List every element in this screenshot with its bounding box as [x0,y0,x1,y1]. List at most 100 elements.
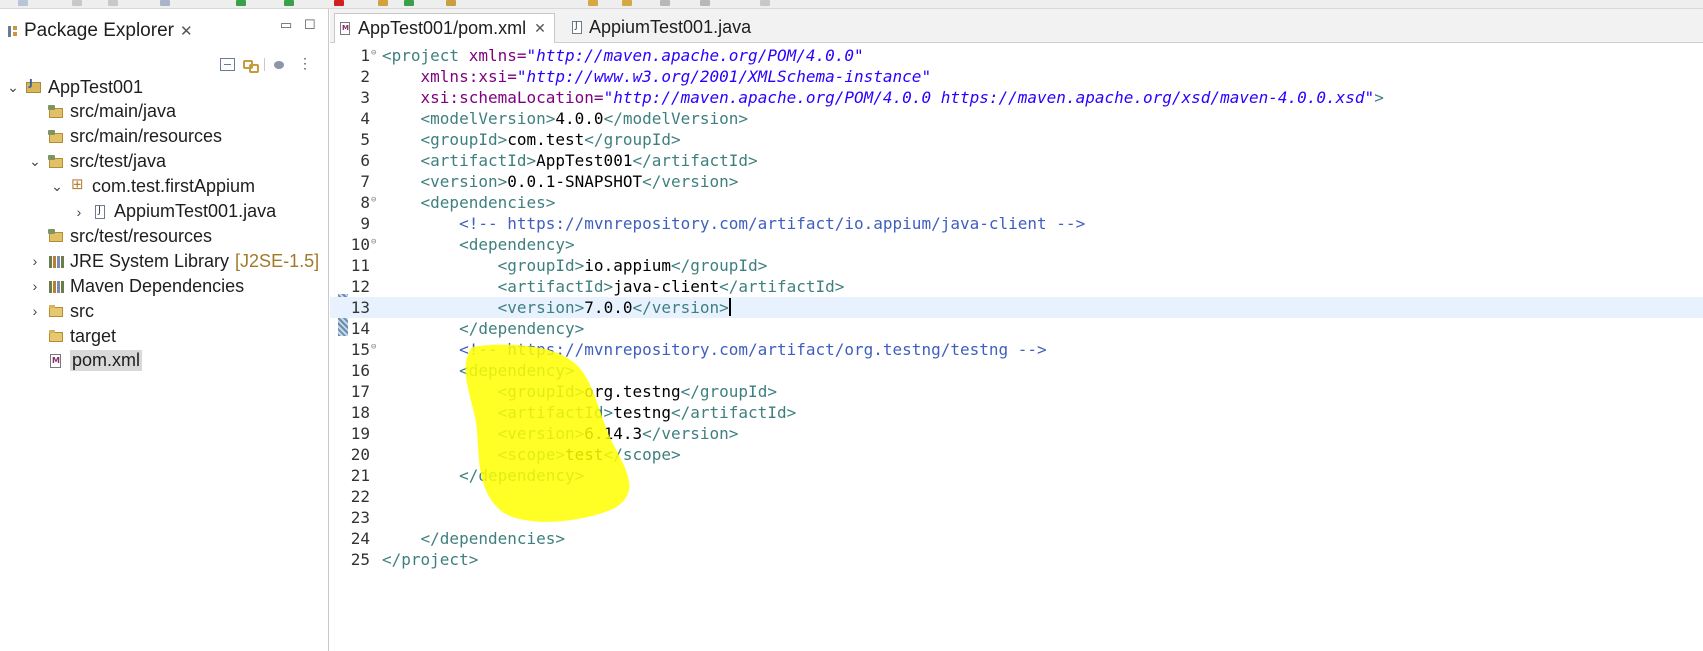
xml-attribute-name: xsi:schemaLocation= [420,88,604,107]
line-number: 18 [350,403,370,422]
code-line[interactable]: 14 </dependency> [330,318,1703,339]
collapse-all-icon[interactable] [220,57,235,71]
toolbar-icon[interactable] [588,0,598,6]
tree-item[interactable]: ⌄ src/test/java [28,149,166,175]
code-area[interactable]: 1 ⊖ <project xmlns="http://maven.apache.or… [330,42,1703,651]
debug-icon[interactable] [284,0,294,6]
line-number: 17 [350,382,370,401]
toolbar-icon[interactable] [108,0,118,6]
tab-label: AppiumTest001.java [589,17,752,37]
code-line[interactable]: 1 ⊖ <project xmlns="http://maven.apache.or… [330,45,1703,66]
code-line[interactable]: 18 <artifactId>testng</artifactId> [330,402,1703,423]
filter-icon[interactable] [272,58,287,71]
code-line[interactable]: 5 <groupId>com.test</groupId> [330,129,1703,150]
toolbar-icon[interactable] [18,0,28,6]
minimize-view-icon[interactable]: ▭ [280,17,292,33]
code-line[interactable]: 17 <groupId>org.testng</groupId> [330,381,1703,402]
code-text: <project xmlns="http://maven.apache.org/… [382,45,864,66]
toolbar-icon[interactable] [660,0,670,6]
xml-text [382,319,459,338]
tree-item[interactable]: src/test/resources [28,223,212,249]
code-line[interactable]: 9 <!-- https://mvnrepository.com/artifac… [330,213,1703,234]
toolbar-icon[interactable] [700,0,710,6]
toolbar-icon[interactable] [378,0,388,6]
toolbar-icon[interactable] [446,0,456,6]
java-file-icon [570,20,584,36]
maximize-view-icon[interactable]: ☐ [304,17,316,33]
tree-item[interactable]: target [28,323,116,349]
xml-comment: <!-- https://mvnrepository.com/artifact/… [459,214,1086,233]
tree-item[interactable]: › Maven Dependencies [28,273,244,299]
code-line[interactable]: 7 <version>0.0.1-SNAPSHOT</version> [330,171,1703,192]
code-line[interactable]: 24 </dependencies> [330,528,1703,549]
close-tab-icon[interactable]: ✕ [534,20,546,37]
tab-pom-xml[interactable]: AppTest001/pom.xml ✕ [334,13,555,43]
line-number: 3 [360,88,370,107]
xml-tag: <version> [497,424,585,443]
code-line[interactable]: 12 <artifactId>java-client</artifactId> [330,276,1703,297]
close-view-icon[interactable]: ✕ [180,22,193,40]
tree-item[interactable]: src/main/resources [28,124,222,150]
chevron-down-icon[interactable]: ⌄ [28,153,42,170]
code-line[interactable]: 6 <artifactId>AppTest001</artifactId> [330,150,1703,171]
package-explorer-tab[interactable]: Package Explorer ✕ [2,17,193,45]
run-icon[interactable] [236,0,246,6]
code-line[interactable]: 15 ⊖ <!-- https://mvnrepository.com/artif… [330,339,1703,360]
code-line[interactable]: 23 [330,507,1703,528]
xml-tag: <version> [420,172,508,191]
line-number: 21 [350,466,370,485]
view-menu-icon[interactable] [294,55,312,72]
toolbar-icon[interactable] [760,0,770,6]
code-line[interactable]: 8 ⊖ <dependencies> [330,192,1703,213]
fold-toggle-icon[interactable]: ⊖ [371,342,376,352]
chevron-right-icon[interactable]: › [28,278,42,294]
toolbar-icon[interactable] [404,0,414,6]
tree-item[interactable]: › AppiumTest001.java [72,199,276,225]
xml-text: io.appium [584,256,671,275]
code-line[interactable]: 19 <version>6.14.3</version> [330,423,1703,444]
chevron-down-icon[interactable]: ⌄ [50,178,64,195]
code-text: <artifactId>AppTest001</artifactId> [382,150,758,171]
code-line[interactable]: 13 <version>7.0.0</version> [330,297,1703,318]
link-with-editor-icon[interactable] [242,58,259,73]
toolbar-icon[interactable] [72,0,82,6]
toolbar-icon[interactable] [160,0,170,6]
stop-icon[interactable] [334,0,344,6]
xml-text: AppTest001 [536,151,633,170]
code-line[interactable]: 16 <dependency> [330,360,1703,381]
xml-attribute-value: "http://maven.apache.org/POM/4.0.0 https… [603,88,1375,107]
explorer-toolbar [220,55,312,73]
tab-appiumtest001-java[interactable]: AppiumTest001.java [566,13,755,42]
code-line[interactable]: 3 xsi:schemaLocation="http://maven.apach… [330,87,1703,108]
code-line[interactable]: 4 <modelVersion>4.0.0</modelVersion> [330,108,1703,129]
code-line[interactable]: 20 <scope>test</scope> [330,444,1703,465]
fold-toggle-icon[interactable]: ⊖ [371,48,376,58]
line-number: 22 [350,487,370,506]
code-line[interactable]: 25 </project> [330,549,1703,570]
fold-toggle-icon[interactable]: ⊖ [371,237,376,247]
code-line[interactable]: 10 ⊖ <dependency> [330,234,1703,255]
line-number: 14 [350,319,370,338]
tree-item[interactable]: › JRE System Library [J2SE-1.5] [28,248,319,274]
library-icon [48,278,64,294]
chevron-right-icon[interactable]: › [28,253,42,269]
xml-tag: <modelVersion> [420,109,556,128]
tree-item[interactable]: pom.xml [28,348,143,374]
tree-item[interactable]: src/main/java [28,99,176,125]
code-line[interactable]: 21 </dependency> [330,465,1703,486]
code-line[interactable]: 11 <groupId>io.appium</groupId> [330,255,1703,276]
toolbar-icon[interactable] [622,0,632,6]
line-number: 25 [350,550,370,569]
chevron-right-icon[interactable]: › [28,303,42,319]
chevron-down-icon[interactable]: ⌄ [6,79,20,96]
chevron-right-icon[interactable]: › [72,204,86,220]
tree-item[interactable]: ⌄ com.test.firstAppium [50,174,255,200]
tree-item[interactable]: ⌄ AppTest001 [6,74,143,100]
code-line[interactable]: 22 [330,486,1703,507]
code-line[interactable]: 2 xmlns:xsi="http://www.w3.org/2001/XMLS… [330,66,1703,87]
tree-item-label: src/main/java [70,101,177,122]
fold-toggle-icon[interactable]: ⊖ [371,195,376,205]
tree-item-label: Maven Dependencies [70,275,245,296]
package-explorer-view: Package Explorer ✕ ▭ ☐ ⌄ AppTest001 src/ma… [0,9,329,651]
tree-item[interactable]: › src [28,298,94,324]
